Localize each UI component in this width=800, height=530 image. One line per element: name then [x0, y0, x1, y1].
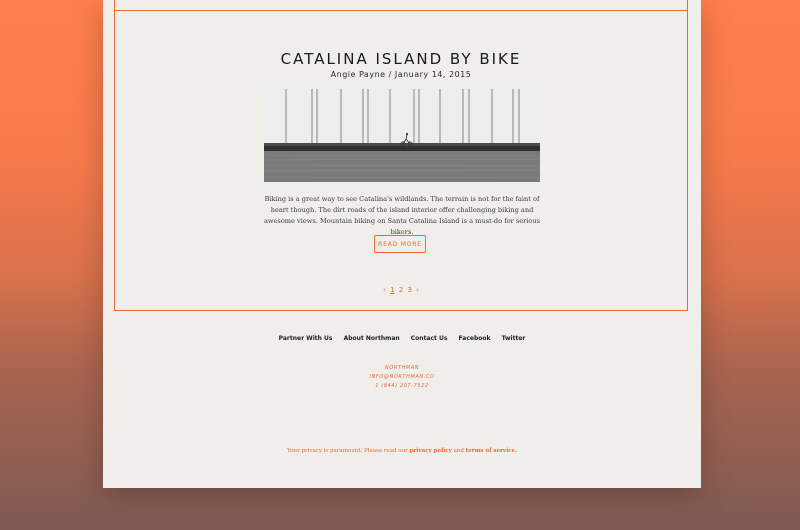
chevron-left-icon[interactable]: ‹ [383, 286, 386, 294]
footer-contact: NORTHMAN INFO@NORTHMAN.CO 1 (844) 207-75… [103, 364, 701, 391]
pagination: ‹ 1 2 3 › [115, 286, 687, 294]
privacy-and: and [453, 448, 464, 454]
footer-nav: Partner With Us About Northman Contact U… [103, 335, 701, 342]
footer-link-contact[interactable]: Contact Us [411, 335, 448, 342]
privacy-notice: Your privacy is paramount. Please read o… [103, 448, 701, 454]
post-meta: Angie Payne / January 14, 2015 [330, 70, 472, 79]
chevron-right-icon[interactable]: › [416, 286, 419, 294]
footer-link-facebook[interactable]: Facebook [459, 335, 491, 342]
read-more-button[interactable]: READ MORE [374, 235, 426, 253]
terms-of-service-link[interactable]: terms of service. [466, 448, 517, 454]
post-excerpt: Biking is a great way to see Catalina's … [263, 195, 541, 236]
page-sheet: CATALINA ISLAND BY BIKE Angie Payne / Ja… [103, 0, 701, 488]
bridge-cyclist-photo [264, 89, 540, 182]
footer-link-twitter[interactable]: Twitter [502, 335, 526, 342]
company-name: NORTHMAN [384, 365, 420, 371]
footer-link-partner[interactable]: Partner With Us [279, 335, 333, 342]
privacy-policy-link[interactable]: privacy policy [410, 448, 452, 454]
page-link-current[interactable]: 1 [390, 286, 394, 294]
privacy-text: Your privacy is paramount. Please read o… [287, 448, 408, 454]
contact-phone[interactable]: 1 (844) 207-7522 [103, 382, 701, 391]
page-link[interactable]: 2 [399, 286, 403, 294]
post-image[interactable] [264, 89, 540, 182]
divider [115, 10, 687, 11]
post-title[interactable]: CATALINA ISLAND BY BIKE [115, 50, 687, 68]
contact-email[interactable]: INFO@NORTHMAN.CO [103, 373, 701, 382]
blog-post-card: CATALINA ISLAND BY BIKE Angie Payne / Ja… [114, 0, 688, 311]
footer-link-about[interactable]: About Northman [344, 335, 400, 342]
page-link[interactable]: 3 [407, 286, 411, 294]
